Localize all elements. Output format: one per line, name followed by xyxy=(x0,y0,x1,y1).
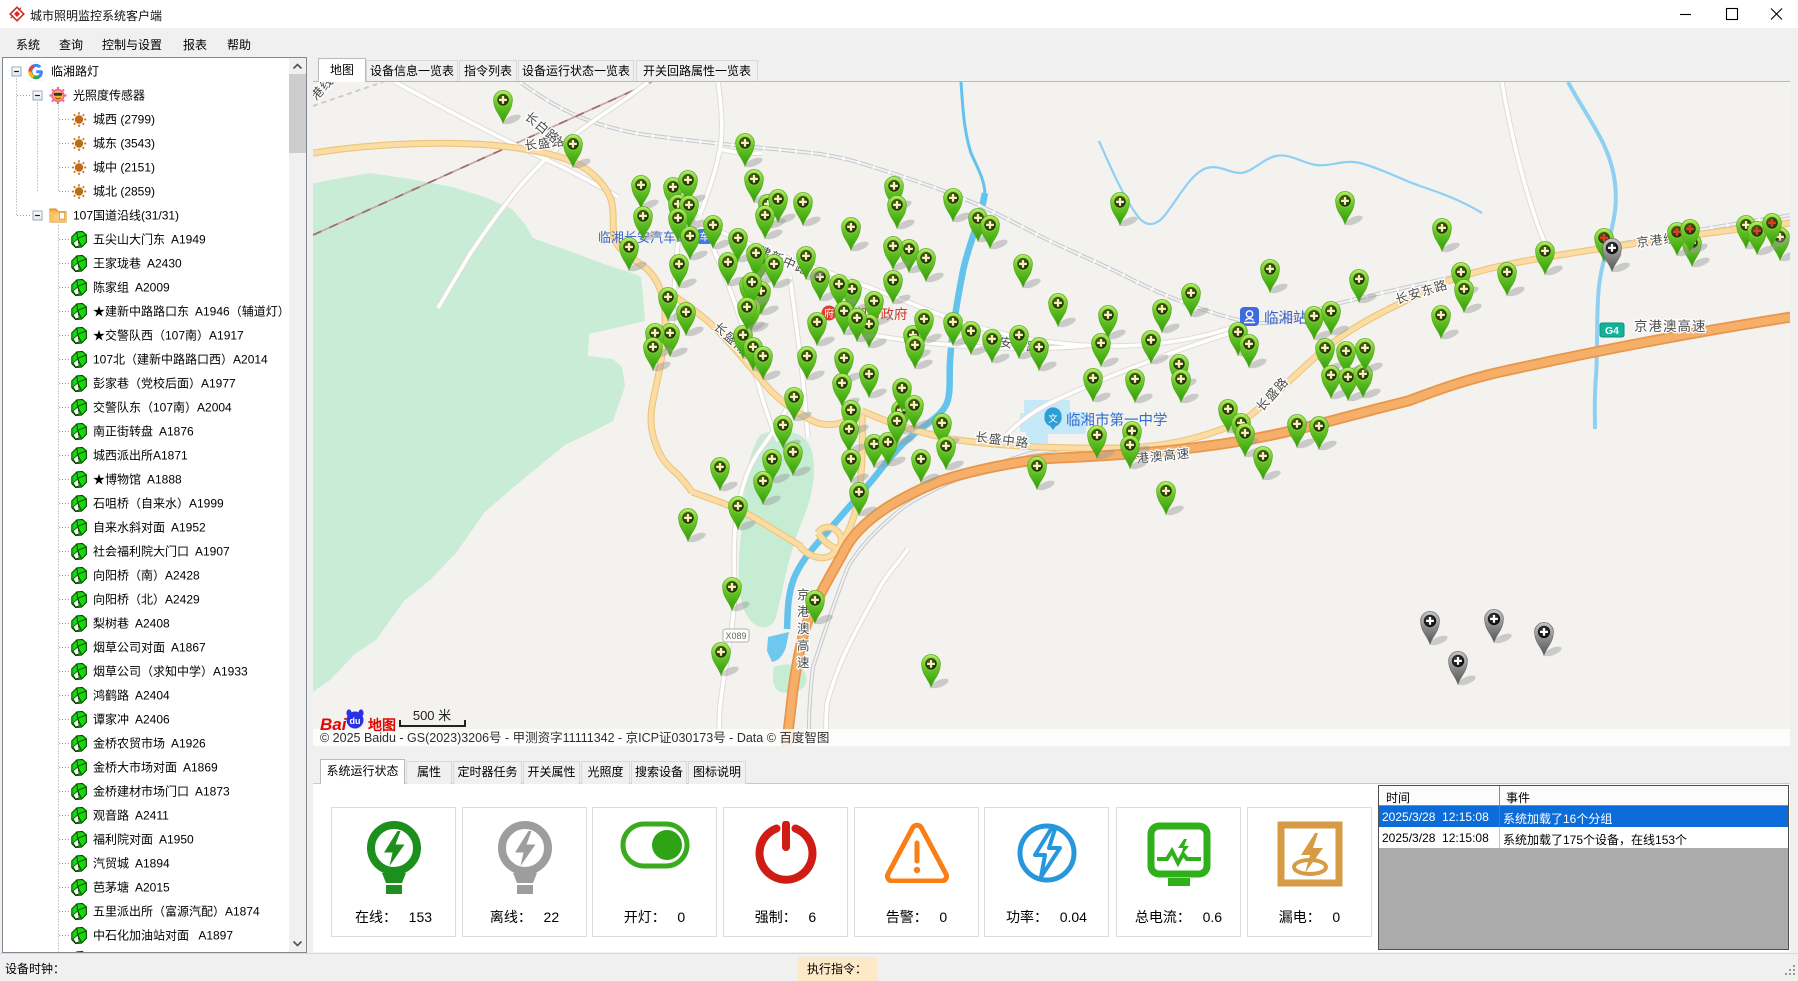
svg-text:京港澳高速: 京港澳高速 xyxy=(1634,318,1707,334)
svg-text:城北 (2859): 城北 (2859) xyxy=(93,185,155,199)
svg-text:★博物馆 A1888: ★博物馆 A1888 xyxy=(93,472,182,487)
svg-text:★建新中路路口东 A1946（辅道灯）: ★建新中路路口东 A1946（辅道灯） xyxy=(93,304,289,319)
svg-text:金桥建材市场门口 A1873: 金桥建材市场门口 A1873 xyxy=(93,784,230,799)
svg-text:汽贸城 A1894: 汽贸城 A1894 xyxy=(93,856,170,871)
svg-text:南正街转盘 A1876: 南正街转盘 A1876 xyxy=(93,424,194,439)
svg-text:© 2025 Baidu - GS(2023)3206号 -: © 2025 Baidu - GS(2023)3206号 - 甲测资字11111… xyxy=(320,730,829,745)
svg-text:城东 (3543): 城东 (3543) xyxy=(93,137,155,151)
svg-text:107国道沿线(31/31): 107国道沿线(31/31) xyxy=(73,209,179,223)
svg-text:临湘市第一中学: 临湘市第一中学 xyxy=(1066,411,1168,429)
svg-text:★交警队西（107南）A1917: ★交警队西（107南）A1917 xyxy=(93,328,244,343)
svg-text:烟草公司对面 A1867: 烟草公司对面 A1867 xyxy=(93,641,206,655)
svg-text:梨树巷 A2408: 梨树巷 A2408 xyxy=(93,616,170,631)
svg-text:城西派出所A1871: 城西派出所A1871 xyxy=(93,449,188,463)
svg-text:石咀桥（自来水）A1999: 石咀桥（自来水）A1999 xyxy=(93,497,224,511)
svg-text:彭家巷（党校后面）A1977: 彭家巷（党校后面）A1977 xyxy=(93,376,236,391)
svg-text:G4: G4 xyxy=(1605,325,1619,337)
svg-text:光照度传感器: 光照度传感器 xyxy=(73,88,145,103)
svg-text:谭家冲 A2406: 谭家冲 A2406 xyxy=(93,712,170,727)
svg-text:速: 速 xyxy=(797,656,811,670)
svg-text:Bai: Bai xyxy=(320,715,348,734)
svg-text:陈家组 A2009: 陈家组 A2009 xyxy=(93,280,170,295)
svg-text:王家珑巷 A2430: 王家珑巷 A2430 xyxy=(93,256,182,271)
svg-text:城西 (2799): 城西 (2799) xyxy=(93,113,155,127)
svg-text:临湘路灯: 临湘路灯 xyxy=(51,64,99,79)
svg-text:观音路 A2411: 观音路 A2411 xyxy=(93,808,169,823)
svg-text:金桥农贸市场 A1926: 金桥农贸市场 A1926 xyxy=(93,736,206,751)
svg-text:107北（建新中路路口西）A2014: 107北（建新中路路口西）A2014 xyxy=(93,352,268,367)
svg-text:X089: X089 xyxy=(725,631,746,641)
svg-text:向阳桥（北）A2429: 向阳桥（北）A2429 xyxy=(93,592,200,607)
svg-text:鸿鹤路 A2404: 鸿鹤路 A2404 xyxy=(93,688,170,703)
svg-text:自来水斜对面 A1952: 自来水斜对面 A1952 xyxy=(93,521,206,535)
svg-text:福利院对面 A1950: 福利院对面 A1950 xyxy=(93,832,194,847)
svg-text:城中 (2151): 城中 (2151) xyxy=(93,160,155,175)
svg-text:向阳桥（南）A2428: 向阳桥（南）A2428 xyxy=(93,568,200,583)
svg-text:文: 文 xyxy=(1048,413,1058,425)
svg-text:交警队东（107南）A2004: 交警队东（107南）A2004 xyxy=(93,400,232,415)
svg-text:★长安桥 A1900: ★长安桥 A1900 xyxy=(93,952,182,953)
svg-text:烟草公司（求知中学）A1933: 烟草公司（求知中学）A1933 xyxy=(93,664,248,679)
svg-text:五里派出所（富源汽配）A1874: 五里派出所（富源汽配）A1874 xyxy=(93,904,260,919)
svg-text:金桥大市场对面 A1869: 金桥大市场对面 A1869 xyxy=(93,760,218,775)
svg-text:临湘站: 临湘站 xyxy=(1264,310,1308,327)
svg-text:高: 高 xyxy=(797,638,811,653)
svg-text:澳: 澳 xyxy=(797,622,811,636)
svg-text:芭茅塘 A2015: 芭茅塘 A2015 xyxy=(93,880,170,895)
svg-text:500 米: 500 米 xyxy=(413,708,451,723)
svg-text:社会福利院大门口 A1907: 社会福利院大门口 A1907 xyxy=(93,544,230,559)
svg-text:五尖山大门东 A1949: 五尖山大门东 A1949 xyxy=(93,232,206,247)
svg-text:地图: 地图 xyxy=(368,717,396,733)
svg-text:中石化加油站对面 A1897: 中石化加油站对面 A1897 xyxy=(93,928,233,943)
svg-text:du: du xyxy=(350,716,361,726)
